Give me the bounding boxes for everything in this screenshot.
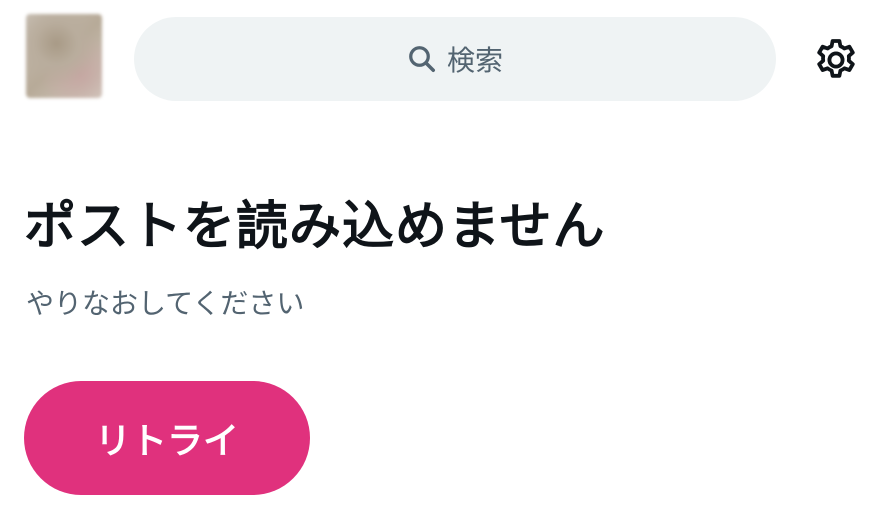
avatar[interactable] <box>26 14 102 98</box>
search-placeholder: 検索 <box>446 44 503 77</box>
error-subtitle: やりなおしてください <box>26 287 305 320</box>
error-title: ポストを読み込めません <box>24 197 606 257</box>
retry-button[interactable]: リトライ <box>24 381 310 495</box>
search-icon <box>409 46 435 72</box>
search-input[interactable]: 検索 <box>134 17 776 101</box>
gear-icon[interactable] <box>812 36 860 84</box>
